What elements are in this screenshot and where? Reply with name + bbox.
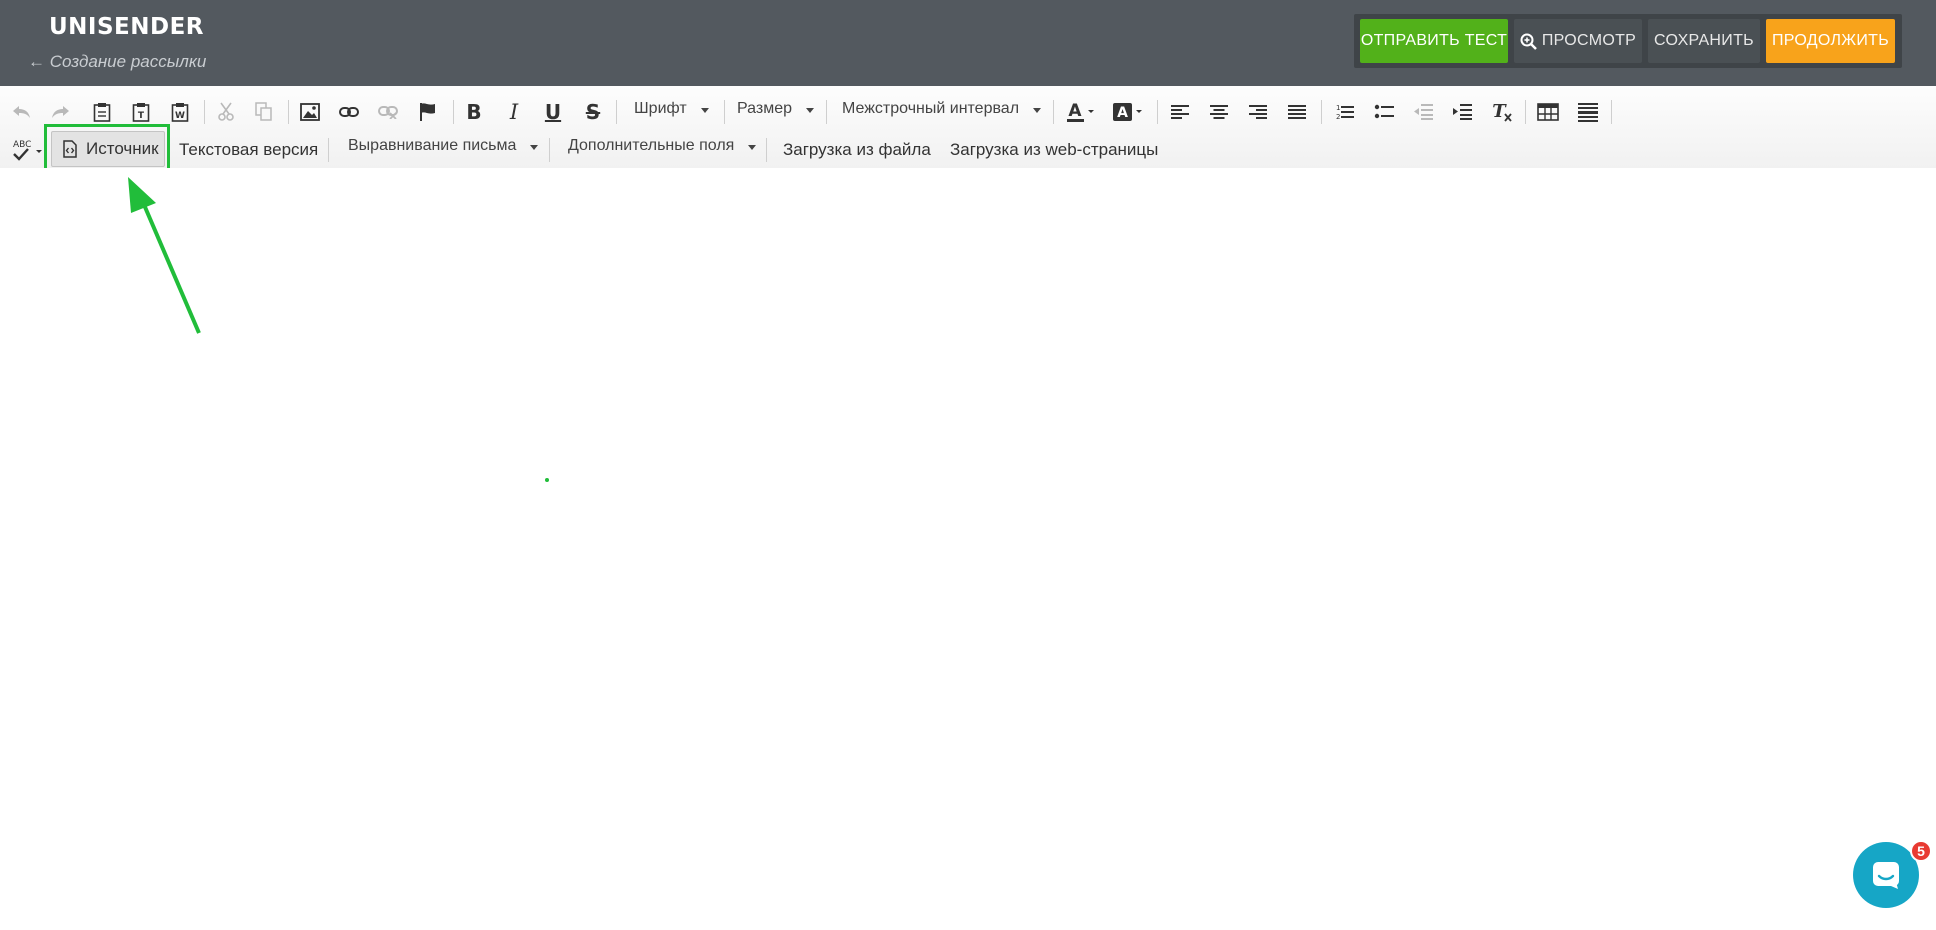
save-button[interactable]: СОХРАНИТЬ [1648,19,1760,63]
chevron-down-icon [530,145,539,150]
toolbar-divider [616,100,617,124]
image-icon[interactable] [294,98,326,126]
line-spacing-label: Межстрочный интервал [842,100,1020,117]
cut-icon[interactable] [210,98,242,126]
cursor-dot [545,478,549,482]
preview-label: ПРОСМОТР [1541,32,1637,49]
toolbar-divider [1611,100,1612,124]
italic-icon[interactable]: I [498,98,530,126]
bullet-list-icon[interactable] [1368,98,1400,126]
redo-icon[interactable] [44,98,76,126]
extra-fields-dropdown[interactable]: Дополнительные поля [568,132,757,160]
send-test-label: ОТПРАВИТЬ ТЕСТ [1360,32,1508,49]
toolbar-divider [1053,100,1054,124]
zoom-icon [1520,33,1537,50]
save-label: СОХРАНИТЬ [1654,32,1754,49]
logo[interactable]: UNISENDER [49,14,204,40]
font-dropdown-label: Шрифт [634,100,687,117]
align-justify-icon[interactable] [1281,98,1313,126]
spellcheck-button[interactable]: ABC [8,136,48,164]
toolbar-divider [766,138,767,162]
text-color-icon[interactable]: A [1063,98,1099,126]
extra-fields-label: Дополнительные поля [568,137,735,154]
line-spacing-dropdown[interactable]: Межстрочный интервал [842,95,1042,123]
action-bar: ОТПРАВИТЬ ТЕСТ ПРОСМОТР СОХРАНИТЬ ПРОДОЛ… [1354,14,1902,68]
letter-align-label: Выравнивание письма [348,137,517,154]
align-left-icon[interactable] [1164,98,1196,126]
svg-text:T: T [138,111,145,121]
size-dropdown[interactable]: Размер [737,95,814,123]
toolbar-divider [1321,100,1322,124]
preview-button[interactable]: ПРОСМОТР [1514,19,1642,63]
spellcheck-icon: ABC [13,140,42,161]
toolbar-divider [826,100,827,124]
svg-text:W: W [175,111,185,121]
chevron-down-icon [1033,108,1042,113]
svg-text:ABC: ABC [13,140,31,150]
chevron-down-icon [748,145,757,150]
load-from-web-button[interactable]: Загрузка из web-страницы [950,136,1158,164]
toolbar-divider [1157,100,1158,124]
anchor-flag-icon[interactable] [412,98,444,126]
unlink-icon[interactable] [372,98,404,126]
strikethrough-icon[interactable]: S [577,98,609,126]
source-button[interactable]: Источник [51,131,165,167]
toolbar-divider [204,100,205,124]
link-icon[interactable] [333,98,365,126]
svg-text:A: A [1068,101,1082,121]
background-color-icon[interactable]: A [1110,98,1146,126]
font-dropdown[interactable]: Шрифт [634,95,709,123]
paste-icon[interactable] [86,98,118,126]
svg-text:2: 2 [1336,113,1340,121]
align-center-icon[interactable] [1203,98,1235,126]
load-from-file-button[interactable]: Загрузка из файла [783,136,931,164]
table-icon[interactable] [1532,98,1564,126]
letter-align-dropdown[interactable]: Выравнивание письма [348,132,539,160]
size-dropdown-label: Размер [737,100,792,117]
editor-content-area[interactable] [0,168,1936,920]
notification-badge: 5 [1910,840,1932,862]
clear-format-icon[interactable]: T [1486,98,1518,126]
numbered-list-icon[interactable]: 12 [1328,98,1360,126]
source-button-label: Источник [86,139,159,158]
chevron-down-icon [806,108,814,113]
toolbar-divider [328,138,329,162]
undo-icon[interactable] [6,98,38,126]
paste-text-icon[interactable]: T [125,98,157,126]
continue-label: ПРОДОЛЖИТЬ [1771,32,1890,49]
chevron-down-icon [700,108,709,113]
source-code-icon [63,140,77,158]
app-header: UNISENDER ← Создание рассылки ОТПРАВИТЬ … [0,0,1936,86]
text-version-button[interactable]: Текстовая версия [179,136,318,164]
copy-icon[interactable] [248,98,280,126]
svg-text:1: 1 [1336,104,1340,112]
underline-icon[interactable]: U [537,98,569,126]
paste-word-icon[interactable]: W [164,98,196,126]
bold-icon[interactable]: B [458,98,490,126]
continue-button[interactable]: ПРОДОЛЖИТЬ [1766,19,1895,63]
outdent-icon[interactable] [1407,98,1439,126]
svg-text:A: A [1117,105,1128,121]
send-test-button[interactable]: ОТПРАВИТЬ ТЕСТ [1360,19,1508,63]
toolbar-divider [549,138,550,162]
indent-icon[interactable] [1446,98,1478,126]
svg-text:T: T [1492,102,1507,122]
horizontal-rule-icon[interactable] [1572,98,1604,126]
toolbar-divider [453,100,454,124]
align-right-icon[interactable] [1242,98,1274,126]
back-link[interactable]: ← Создание рассылки [28,52,206,72]
toolbar-divider [1525,100,1526,124]
toolbar-divider [724,100,725,124]
toolbar-divider [288,100,289,124]
chat-icon [1873,862,1899,889]
